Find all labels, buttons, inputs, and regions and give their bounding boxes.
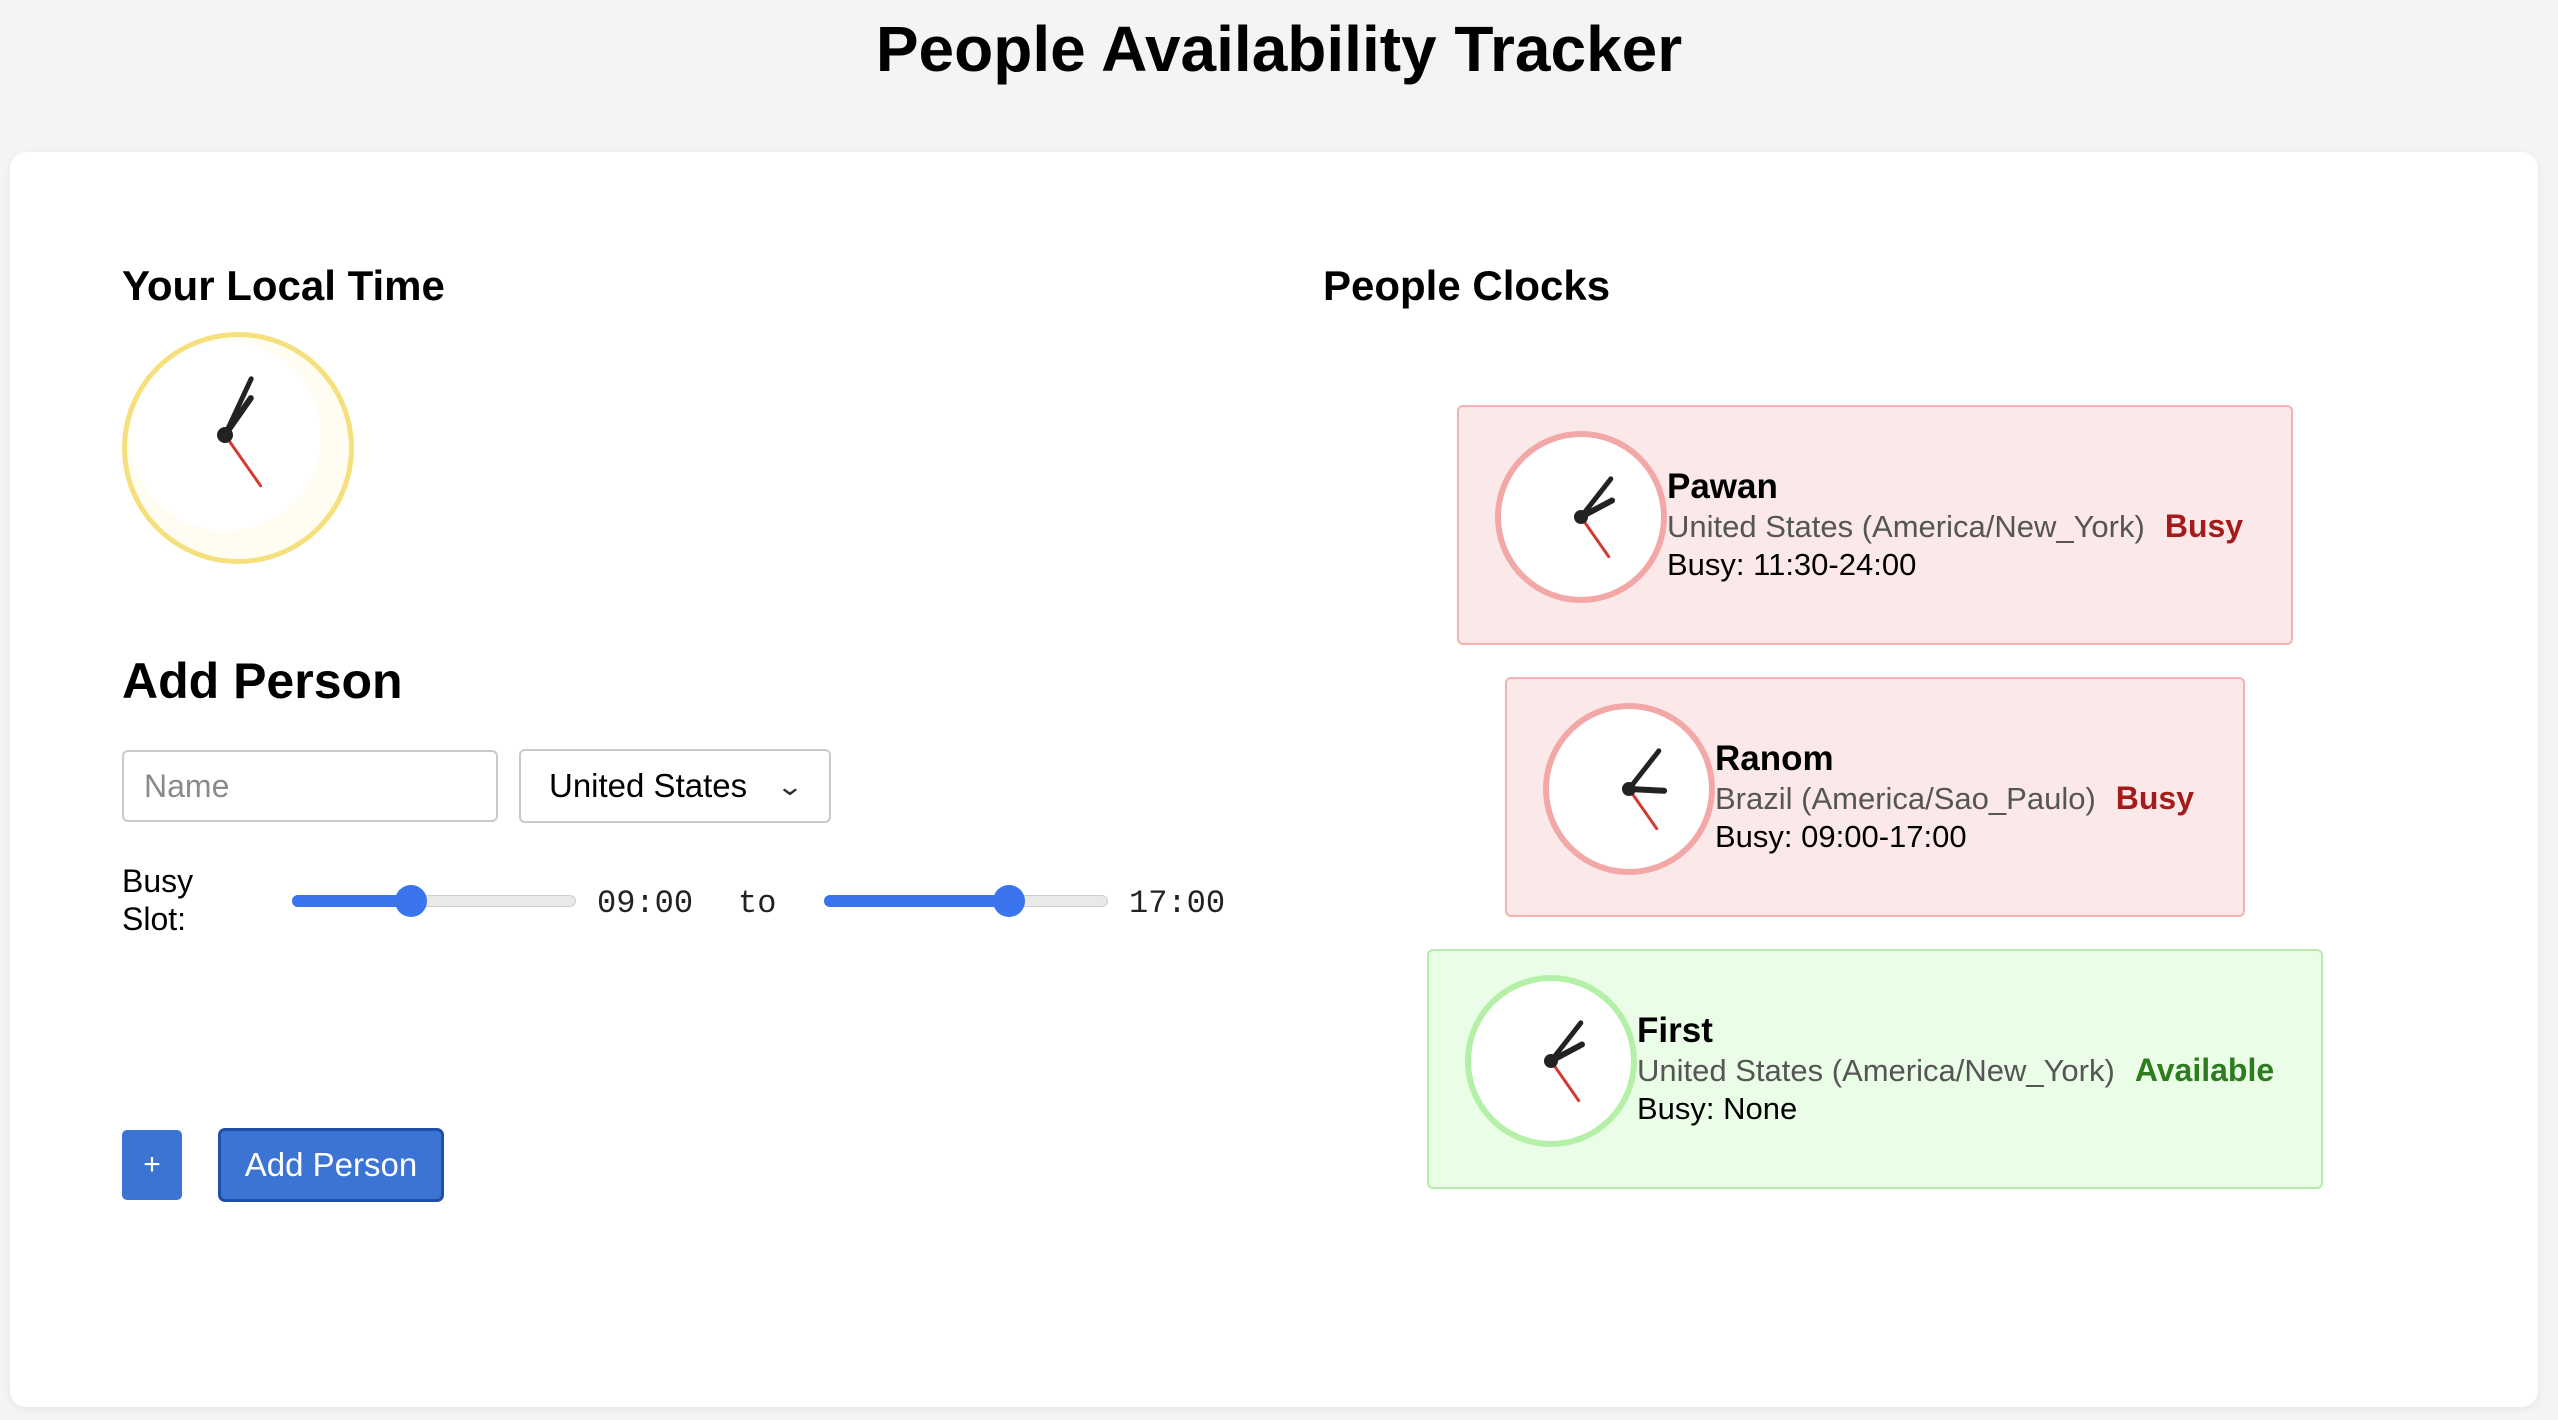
- local-time-title: Your Local Time: [122, 262, 445, 309]
- person-busy-slot: Busy: 09:00-17:00: [1715, 819, 1967, 854]
- end-time-slider[interactable]: [824, 882, 1108, 918]
- to-label: to: [738, 885, 777, 922]
- page-title: People Availability Tracker: [875, 13, 1683, 85]
- start-time-value: 09:00: [597, 885, 694, 922]
- end-slider-thumb[interactable]: [992, 885, 1025, 917]
- minute-hand: [1626, 748, 1662, 792]
- chevron-down-icon: ⌄: [775, 770, 805, 801]
- end-time-value: 17:00: [1129, 885, 1226, 922]
- start-slider-thumb[interactable]: [395, 885, 428, 917]
- person-card-pawan: Pawan United States (America/New_York) B…: [1457, 405, 2293, 645]
- second-hand: [1627, 787, 1659, 831]
- status-badge: Busy: [2164, 508, 2244, 544]
- main-card: Your Local Time Add Person United States…: [10, 152, 2538, 1407]
- status-badge: Available: [2134, 1052, 2275, 1088]
- person-card-ranom: Ranom Brazil (America/Sao_Paulo) Busy Bu…: [1505, 677, 2245, 917]
- local-clock: [122, 332, 354, 564]
- add-person-button[interactable]: Add Person: [218, 1128, 444, 1202]
- person-clock: [1495, 431, 1667, 603]
- person-country: United States (America/New_York): [1667, 509, 2145, 544]
- name-input[interactable]: [122, 750, 498, 822]
- person-country: Brazil (America/Sao_Paulo): [1715, 781, 2096, 816]
- people-clocks-title: People Clocks: [1323, 262, 1611, 309]
- person-busy-slot: Busy: None: [1637, 1091, 1798, 1126]
- person-name: Pawan: [1667, 467, 1778, 506]
- clock-center: [217, 427, 233, 443]
- status-badge: Busy: [2115, 780, 2195, 816]
- person-clock-hands: [1574, 476, 1615, 559]
- clock-center: [1574, 510, 1588, 524]
- person-clock-hands: [1544, 1020, 1585, 1103]
- add-person-title: Add Person: [122, 653, 403, 709]
- person-country: United States (America/New_York): [1637, 1053, 2115, 1088]
- clock-center: [1544, 1054, 1558, 1068]
- start-time-slider[interactable]: [292, 882, 576, 918]
- clock-center: [1622, 782, 1636, 796]
- local-clock-hands: [217, 376, 263, 488]
- country-select-value: United States: [549, 767, 748, 804]
- second-hand: [1549, 1059, 1581, 1103]
- person-clock: [1465, 975, 1637, 1147]
- add-slot-button[interactable]: +: [122, 1130, 182, 1200]
- person-clock-hands: [1622, 748, 1668, 831]
- person-name: Ranom: [1715, 739, 1834, 778]
- person-name: First: [1637, 1011, 1713, 1050]
- person-busy-slot: Busy: 11:30-24:00: [1667, 547, 1917, 582]
- busy-slot-label: Busy Slot:: [122, 863, 194, 937]
- country-select[interactable]: United States ⌄: [519, 749, 831, 823]
- person-clock: [1543, 703, 1715, 875]
- person-card-first: First United States (America/New_York) A…: [1427, 949, 2323, 1189]
- second-hand: [1579, 515, 1611, 559]
- second-hand: [223, 433, 263, 488]
